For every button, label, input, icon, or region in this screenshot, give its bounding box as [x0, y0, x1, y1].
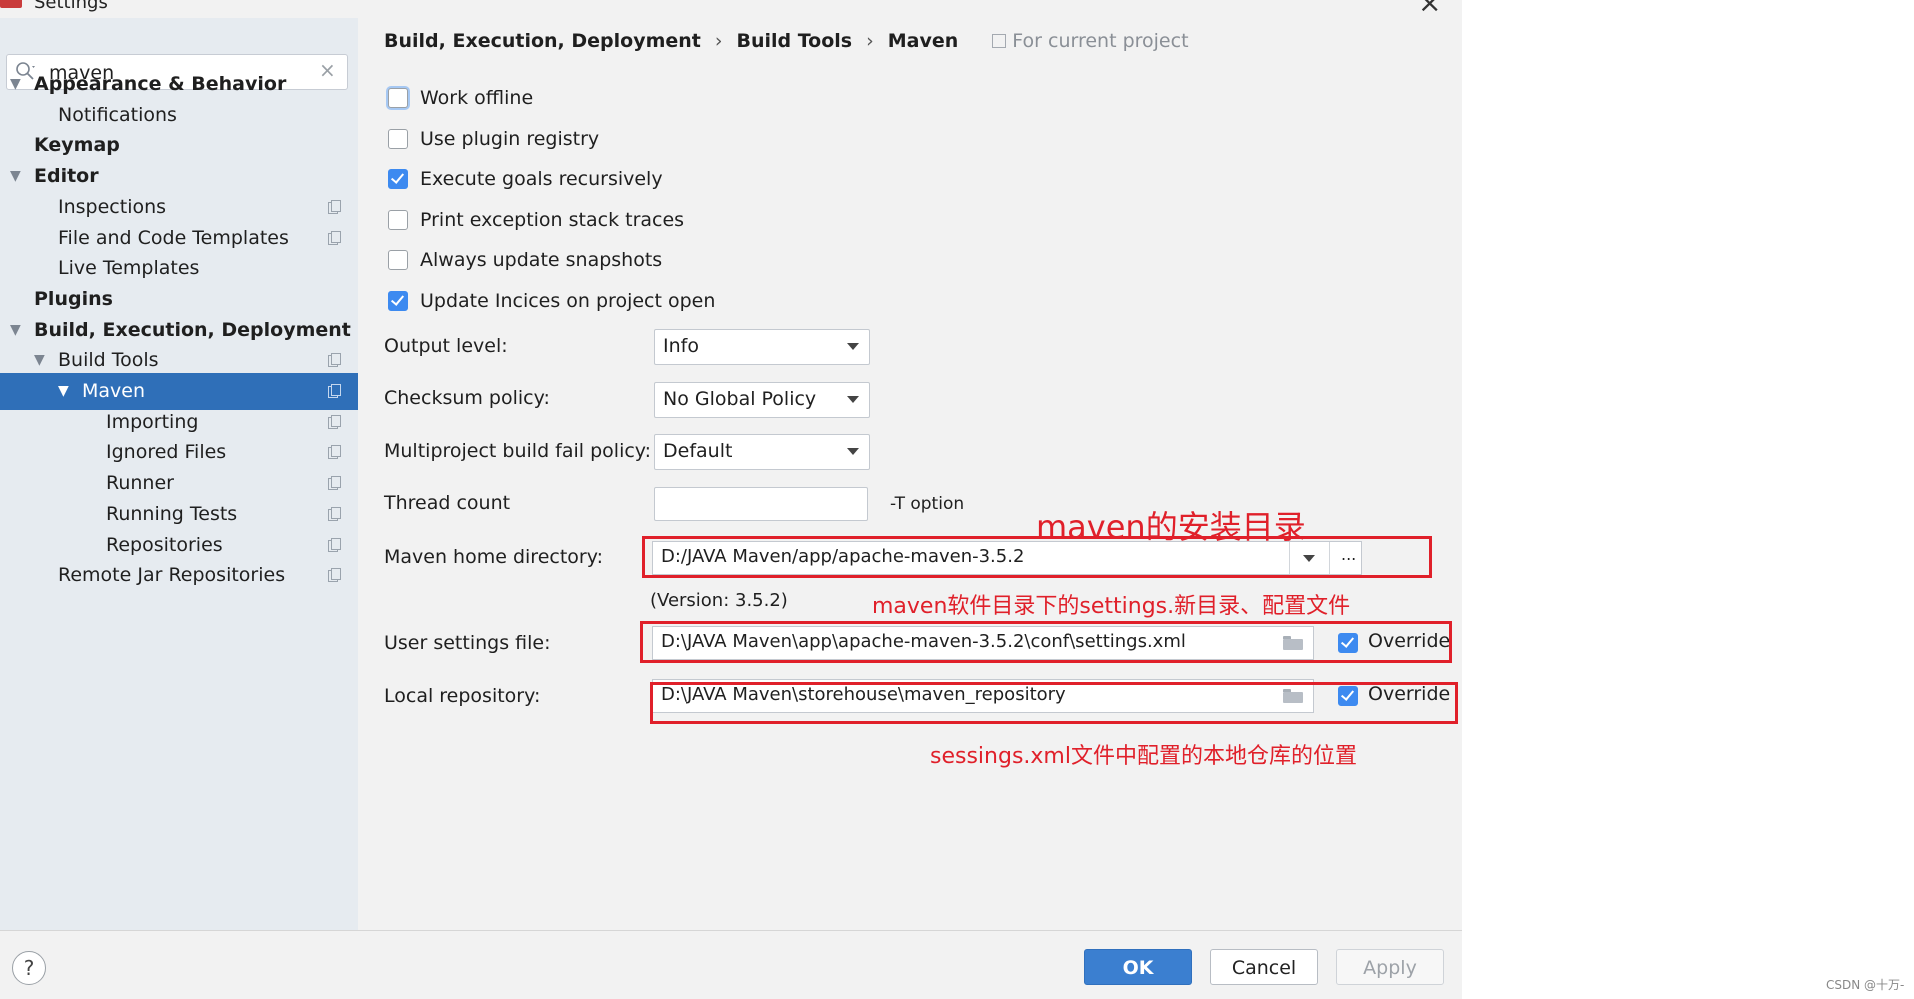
- local-repo-label: Local repository:: [384, 685, 541, 707]
- settings-dialog: Settings × × ▼ Appearance & Behavior Not…: [0, 0, 1462, 999]
- checkbox-label: Update Incices on project open: [420, 290, 716, 312]
- close-icon[interactable]: ×: [1418, 0, 1441, 19]
- checkbox-box[interactable]: [388, 210, 408, 230]
- checkbox-box[interactable]: [388, 169, 408, 189]
- project-scope-icon: [328, 507, 341, 521]
- checkbox-box[interactable]: [388, 88, 408, 108]
- checkbox-label: Work offline: [420, 87, 534, 109]
- user-settings-label: User settings file:: [384, 632, 551, 654]
- project-scope-icon: [328, 231, 341, 245]
- ok-button[interactable]: OK: [1084, 949, 1192, 985]
- dropdown-arrow-icon[interactable]: [847, 343, 859, 350]
- maven-home-label: Maven home directory:: [384, 546, 603, 568]
- annotation-settings-file: maven软件目录下的settings.新目录、配置文件: [872, 594, 1351, 619]
- project-scope-icon: [328, 476, 341, 490]
- fail-policy-select[interactable]: Default: [654, 434, 870, 470]
- checkbox-label: Print exception stack traces: [420, 209, 685, 231]
- maven-version: (Version: 3.5.2): [650, 590, 788, 611]
- output-level-value: Info: [663, 335, 699, 357]
- breadcrumb-separator: ›: [866, 30, 874, 52]
- checkbox-label: Use plugin registry: [420, 128, 600, 150]
- checksum-policy-label: Checksum policy:: [384, 387, 550, 409]
- settings-content: [358, 18, 1462, 930]
- checkbox-box[interactable]: [388, 291, 408, 311]
- breadcrumb-item[interactable]: Build, Execution, Deployment: [384, 30, 701, 52]
- apply-button[interactable]: Apply: [1336, 949, 1444, 985]
- sidebar: × ▼ Appearance & Behavior Notifications …: [0, 18, 358, 930]
- project-scope-icon: [328, 384, 341, 398]
- project-scope-label: For current project: [1012, 30, 1189, 52]
- breadcrumb-item: Maven: [887, 30, 959, 52]
- checksum-policy-select[interactable]: No Global Policy: [654, 382, 870, 418]
- dropdown-arrow-icon[interactable]: [847, 396, 859, 403]
- project-scope: For current project: [992, 30, 1189, 52]
- output-level-label: Output level:: [384, 335, 508, 357]
- fail-policy-value: Default: [663, 440, 733, 462]
- project-scope-icon: [328, 568, 341, 582]
- dialog-footer: ? OK Cancel Apply: [0, 930, 1462, 999]
- sidebar-item-remote-jar-repositories[interactable]: Remote Jar Repositories: [0, 557, 358, 594]
- breadcrumb-item[interactable]: Build Tools: [737, 30, 853, 52]
- checkbox-label: Always update snapshots: [420, 249, 663, 271]
- breadcrumb-separator: ›: [714, 30, 723, 52]
- cancel-button[interactable]: Cancel: [1210, 949, 1318, 985]
- thread-count-label: Thread count: [384, 492, 511, 514]
- annotation-box-maven-home: [642, 536, 1432, 578]
- breadcrumb: Build, Execution, Deployment › Build Tools…: [384, 30, 1189, 52]
- annotation-box-user-settings: [640, 621, 1452, 663]
- help-button[interactable]: ?: [12, 951, 46, 985]
- checkbox-label: Execute goals recursively: [420, 168, 663, 190]
- thread-count-hint: -T option: [890, 494, 965, 514]
- annotation-local-repo: sessings.xml文件中配置的本地仓库的位置: [930, 744, 1357, 769]
- checkbox-box[interactable]: [388, 129, 408, 149]
- output-level-select[interactable]: Info: [654, 329, 870, 365]
- watermark: CSDN @十万-: [1826, 978, 1905, 992]
- thread-count-input[interactable]: [654, 487, 868, 521]
- annotation-box-local-repo: [650, 682, 1458, 724]
- dropdown-arrow-icon[interactable]: [847, 448, 859, 455]
- project-scope-icon: [328, 538, 341, 552]
- window-title: Settings: [34, 0, 108, 13]
- fail-policy-label: Multiproject build fail policy:: [384, 440, 652, 462]
- app-icon: [0, 0, 22, 8]
- checkbox-box[interactable]: [388, 250, 408, 270]
- project-scope-icon: [328, 415, 341, 429]
- project-scope-icon: [328, 445, 341, 459]
- checksum-policy-value: No Global Policy: [663, 388, 817, 410]
- project-scope-icon: [992, 34, 1007, 48]
- project-scope-icon: [328, 353, 341, 367]
- project-scope-icon: [328, 200, 341, 214]
